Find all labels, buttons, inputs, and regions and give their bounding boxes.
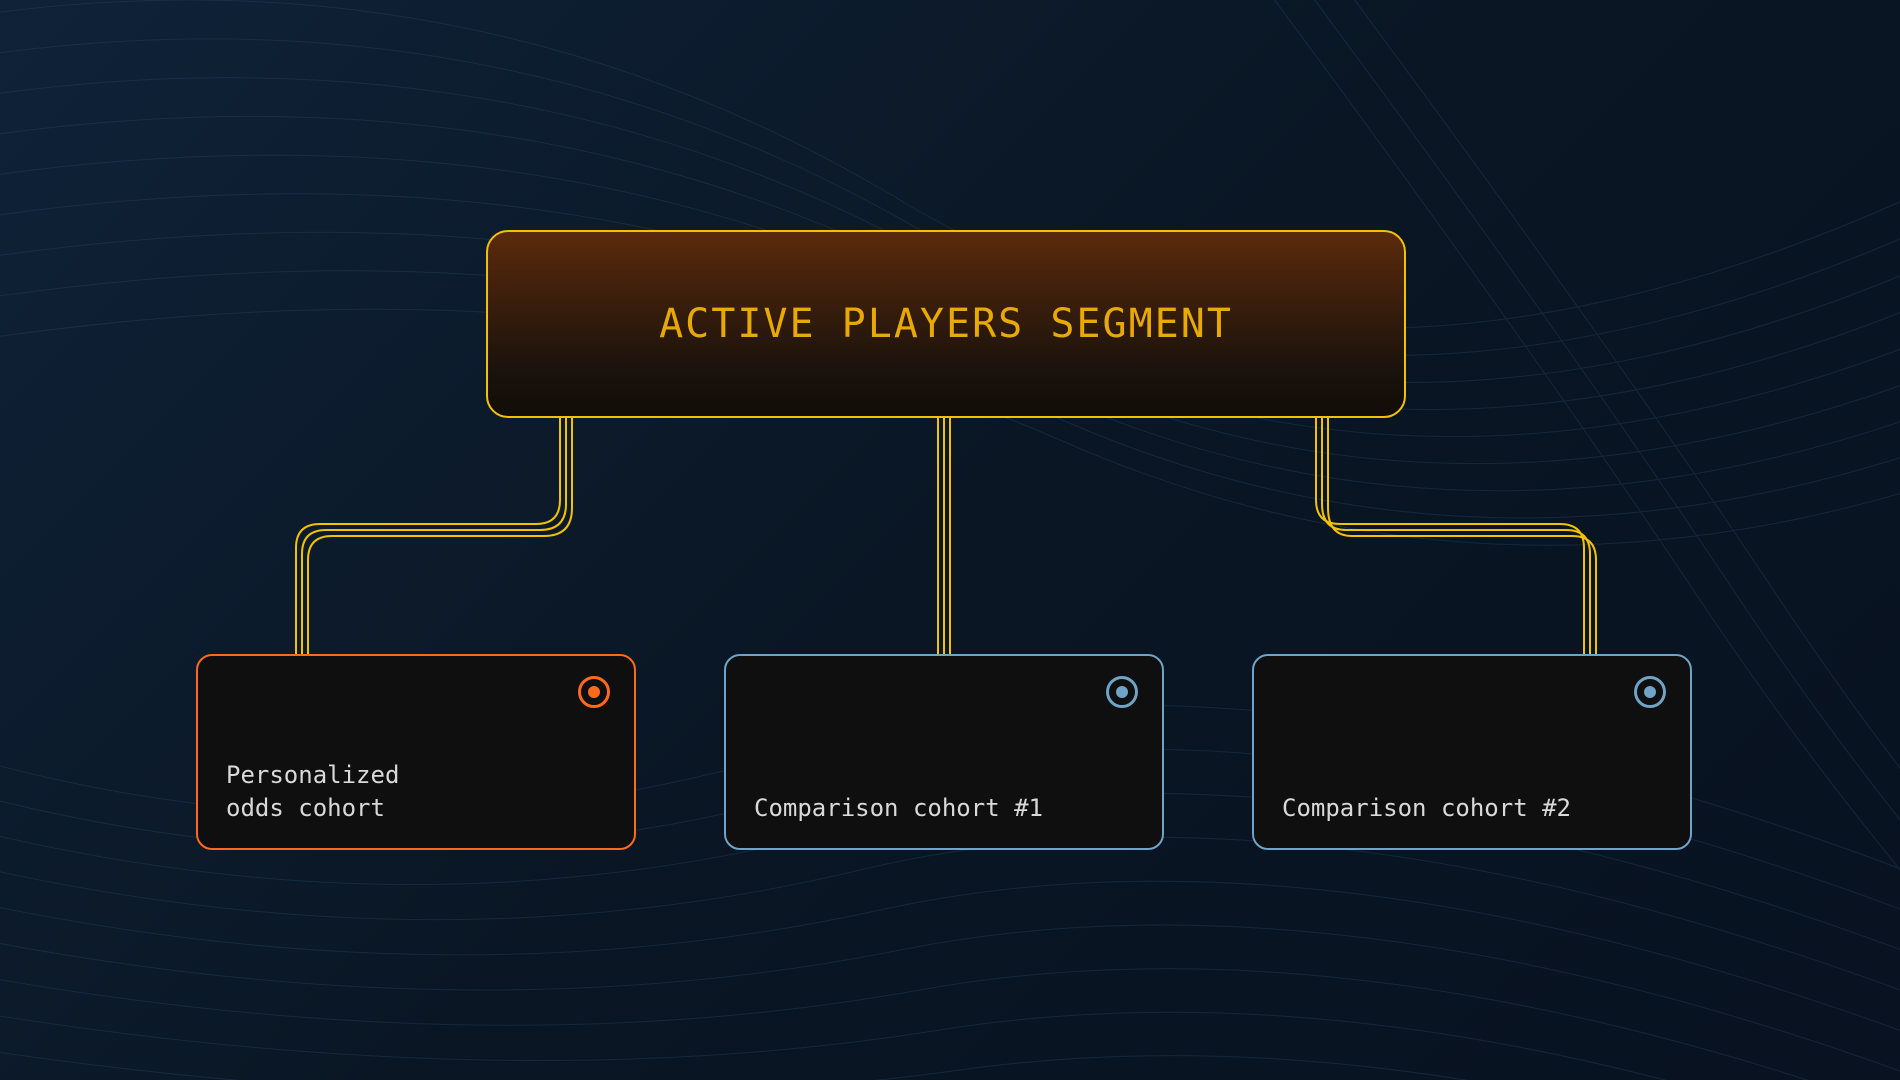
status-dot-icon	[1634, 676, 1666, 708]
status-dot-icon	[578, 676, 610, 708]
diagram-canvas: ACTIVE PLAYERS SEGMENT Personalized odds…	[0, 0, 1900, 1080]
connector-lines	[0, 0, 1900, 1080]
segment-box: ACTIVE PLAYERS SEGMENT	[486, 230, 1406, 418]
status-dot-icon	[1106, 676, 1138, 708]
cohort-label: Personalized odds cohort	[226, 759, 399, 824]
cohort-comparison-1: Comparison cohort #1	[724, 654, 1164, 850]
cohort-label: Comparison cohort #1	[754, 792, 1043, 824]
segment-title: ACTIVE PLAYERS SEGMENT	[659, 301, 1233, 347]
cohort-comparison-2: Comparison cohort #2	[1252, 654, 1692, 850]
cohort-label: Comparison cohort #2	[1282, 792, 1571, 824]
cohort-personalized-odds: Personalized odds cohort	[196, 654, 636, 850]
background-lines	[0, 0, 1900, 1080]
